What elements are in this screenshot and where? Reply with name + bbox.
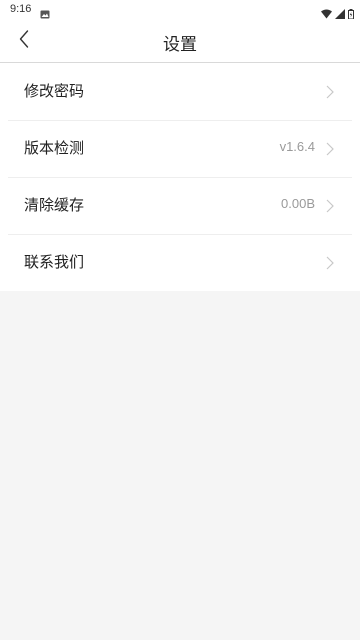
chevron-right-icon xyxy=(326,255,334,270)
status-time: 9:16 xyxy=(10,3,32,15)
chevron-right-icon xyxy=(326,141,334,156)
contact-us-row[interactable]: 联系我们 xyxy=(0,234,360,291)
row-label: 修改密码 xyxy=(24,82,85,100)
status-bar: 9:16 xyxy=(0,0,360,20)
cache-size-value: 0.00B xyxy=(281,196,315,211)
chevron-right-icon xyxy=(326,198,334,213)
chevron-right-icon xyxy=(326,84,334,99)
change-password-row[interactable]: 修改密码 xyxy=(0,63,360,120)
version-check-row[interactable]: 版本检测 v1.6.4 xyxy=(0,120,360,177)
row-label: 联系我们 xyxy=(24,253,85,271)
page-title: 设置 xyxy=(163,35,197,55)
row-label: 清除缓存 xyxy=(24,196,85,214)
version-value: v1.6.4 xyxy=(279,139,315,154)
row-label: 版本检测 xyxy=(24,139,85,157)
settings-list: 修改密码 版本检测 v1.6.4 清除缓存 0.00B 联系我们 xyxy=(0,63,360,291)
clear-cache-row[interactable]: 清除缓存 0.00B xyxy=(0,177,360,234)
header: 设置 xyxy=(0,20,360,63)
